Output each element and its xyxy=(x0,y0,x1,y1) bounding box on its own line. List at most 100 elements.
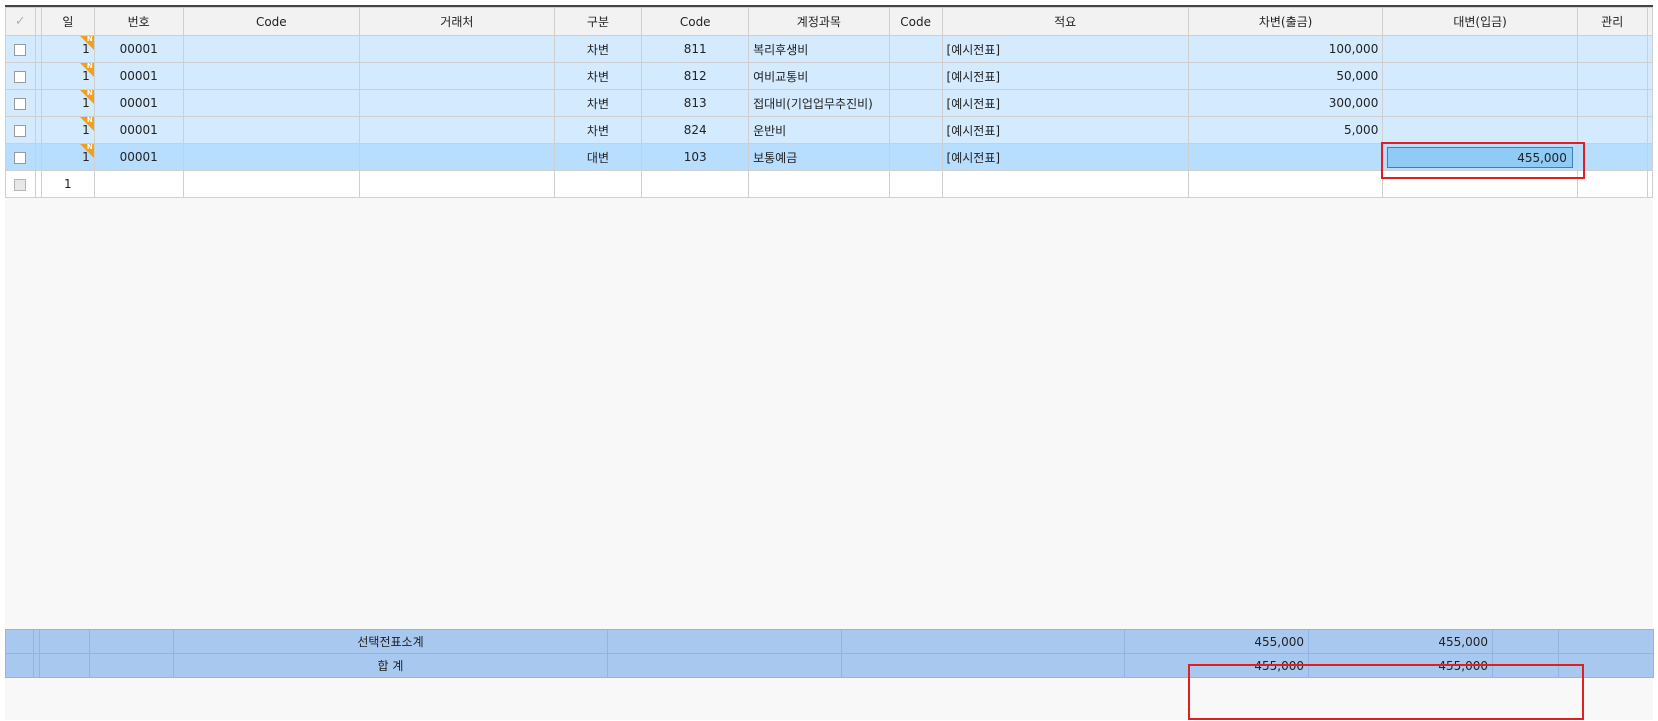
account-code-cell[interactable]: 813 xyxy=(641,89,750,117)
credit-cell[interactable] xyxy=(1382,35,1578,63)
debit-cell[interactable] xyxy=(1187,143,1384,171)
account-cell[interactable]: 운반비 xyxy=(748,116,890,144)
table-row[interactable]: 1N 00001 차변 811 복리후생비 [예시전표] 100,000 xyxy=(5,35,1653,63)
number-cell[interactable]: 00001 xyxy=(93,35,184,63)
credit-cell[interactable] xyxy=(1382,89,1578,117)
credit-edit-input[interactable]: 455,000 xyxy=(1387,146,1573,168)
row-checkbox[interactable] xyxy=(14,178,27,191)
manage-cell[interactable] xyxy=(1576,170,1648,198)
account-code-cell[interactable] xyxy=(641,170,750,198)
vendor-code-cell[interactable] xyxy=(182,89,361,117)
debit-cell[interactable]: 100,000 xyxy=(1187,35,1384,63)
row-checkbox-cell[interactable] xyxy=(5,170,36,198)
number-cell[interactable]: 00001 xyxy=(93,116,184,144)
table-row-selected[interactable]: 1N 00001 대변 103 보통예금 [예시전표] 455,000 xyxy=(5,143,1653,171)
col-header-memo-code[interactable]: Code xyxy=(888,7,943,36)
row-checkbox[interactable] xyxy=(14,124,27,137)
memo-code-cell[interactable] xyxy=(888,143,943,171)
vendor-code-cell[interactable] xyxy=(182,35,361,63)
day-cell[interactable]: 1N xyxy=(40,35,95,63)
debit-cell[interactable]: 50,000 xyxy=(1187,62,1384,90)
memo-cell[interactable]: [예시전표] xyxy=(941,62,1189,90)
debit-cell[interactable]: 300,000 xyxy=(1187,89,1384,117)
vendor-code-cell[interactable] xyxy=(182,62,361,90)
table-row[interactable]: 1N 00001 차변 813 접대비(기업업무추진비) [예시전표] 300,… xyxy=(5,89,1653,117)
account-code-cell[interactable]: 824 xyxy=(641,116,750,144)
table-row[interactable]: 1N 00001 차변 812 여비교통비 [예시전표] 50,000 xyxy=(5,62,1653,90)
day-cell[interactable]: 1N xyxy=(40,143,95,171)
col-header-debit[interactable]: 차변(출금) xyxy=(1187,7,1384,36)
account-cell[interactable]: 복리후생비 xyxy=(748,35,890,63)
row-checkbox-cell[interactable] xyxy=(5,116,36,144)
account-code-cell[interactable]: 812 xyxy=(641,62,750,90)
col-header-account[interactable]: 계정과목 xyxy=(748,7,890,36)
type-cell[interactable] xyxy=(553,170,643,198)
col-header-memo[interactable]: 적요 xyxy=(941,7,1189,36)
type-cell[interactable]: 차변 xyxy=(553,62,643,90)
debit-cell[interactable]: 5,000 xyxy=(1187,116,1384,144)
account-code-cell[interactable]: 811 xyxy=(641,35,750,63)
row-checkbox-cell[interactable] xyxy=(5,35,36,63)
number-cell[interactable]: 00001 xyxy=(93,143,184,171)
col-header-type[interactable]: 구분 xyxy=(553,7,643,36)
day-cell[interactable]: 1N xyxy=(40,62,95,90)
row-checkbox[interactable] xyxy=(14,97,27,110)
row-checkbox-cell[interactable] xyxy=(5,143,36,171)
type-cell[interactable]: 차변 xyxy=(553,116,643,144)
memo-code-cell[interactable] xyxy=(888,35,943,63)
manage-cell[interactable] xyxy=(1576,143,1648,171)
row-checkbox[interactable] xyxy=(14,70,27,83)
vendor-code-cell[interactable] xyxy=(182,116,361,144)
select-all-header[interactable]: ✓ xyxy=(5,7,36,36)
new-entry-row[interactable]: 1 xyxy=(5,170,1653,198)
credit-cell[interactable] xyxy=(1382,116,1578,144)
col-header-vendor[interactable]: 거래처 xyxy=(359,7,555,36)
number-cell[interactable] xyxy=(93,170,184,198)
day-cell[interactable]: 1 xyxy=(40,170,95,198)
col-header-vendor-code[interactable]: Code xyxy=(182,7,361,36)
manage-cell[interactable] xyxy=(1576,116,1648,144)
vendor-cell[interactable] xyxy=(359,35,555,63)
debit-cell[interactable] xyxy=(1187,170,1384,198)
memo-cell[interactable]: [예시전표] xyxy=(941,89,1189,117)
col-header-manage[interactable]: 관리 xyxy=(1576,7,1648,36)
col-header-number[interactable]: 번호 xyxy=(93,7,184,36)
number-cell[interactable]: 00001 xyxy=(93,89,184,117)
vendor-code-cell[interactable] xyxy=(182,170,361,198)
vendor-cell[interactable] xyxy=(359,62,555,90)
manage-cell[interactable] xyxy=(1576,62,1648,90)
memo-cell[interactable]: [예시전표] xyxy=(941,143,1189,171)
memo-code-cell[interactable] xyxy=(888,62,943,90)
memo-code-cell[interactable] xyxy=(888,89,943,117)
row-checkbox-cell[interactable] xyxy=(5,89,36,117)
number-cell[interactable]: 00001 xyxy=(93,62,184,90)
account-cell[interactable]: 보통예금 xyxy=(748,143,890,171)
vendor-code-cell[interactable] xyxy=(182,143,361,171)
credit-cell-active[interactable]: 455,000 xyxy=(1382,143,1578,171)
memo-cell[interactable]: [예시전표] xyxy=(941,35,1189,63)
col-header-credit[interactable]: 대변(입금) xyxy=(1382,7,1578,36)
type-cell[interactable]: 대변 xyxy=(553,143,643,171)
memo-code-cell[interactable] xyxy=(888,170,943,198)
account-cell[interactable] xyxy=(748,170,890,198)
row-checkbox-cell[interactable] xyxy=(5,62,36,90)
day-cell[interactable]: 1N xyxy=(40,116,95,144)
row-checkbox[interactable] xyxy=(14,151,27,164)
credit-cell[interactable] xyxy=(1382,170,1578,198)
account-cell[interactable]: 여비교통비 xyxy=(748,62,890,90)
memo-code-cell[interactable] xyxy=(888,116,943,144)
account-cell[interactable]: 접대비(기업업무추진비) xyxy=(748,89,890,117)
manage-cell[interactable] xyxy=(1576,89,1648,117)
vendor-cell[interactable] xyxy=(359,116,555,144)
col-header-day[interactable]: 일 xyxy=(40,7,95,36)
credit-cell[interactable] xyxy=(1382,62,1578,90)
table-row[interactable]: 1N 00001 차변 824 운반비 [예시전표] 5,000 xyxy=(5,116,1653,144)
account-code-cell[interactable]: 103 xyxy=(641,143,750,171)
manage-cell[interactable] xyxy=(1576,35,1648,63)
col-header-account-code[interactable]: Code xyxy=(641,7,750,36)
day-cell[interactable]: 1N xyxy=(40,89,95,117)
type-cell[interactable]: 차변 xyxy=(553,35,643,63)
memo-cell[interactable]: [예시전표] xyxy=(941,116,1189,144)
vendor-cell[interactable] xyxy=(359,170,555,198)
memo-cell[interactable] xyxy=(941,170,1189,198)
